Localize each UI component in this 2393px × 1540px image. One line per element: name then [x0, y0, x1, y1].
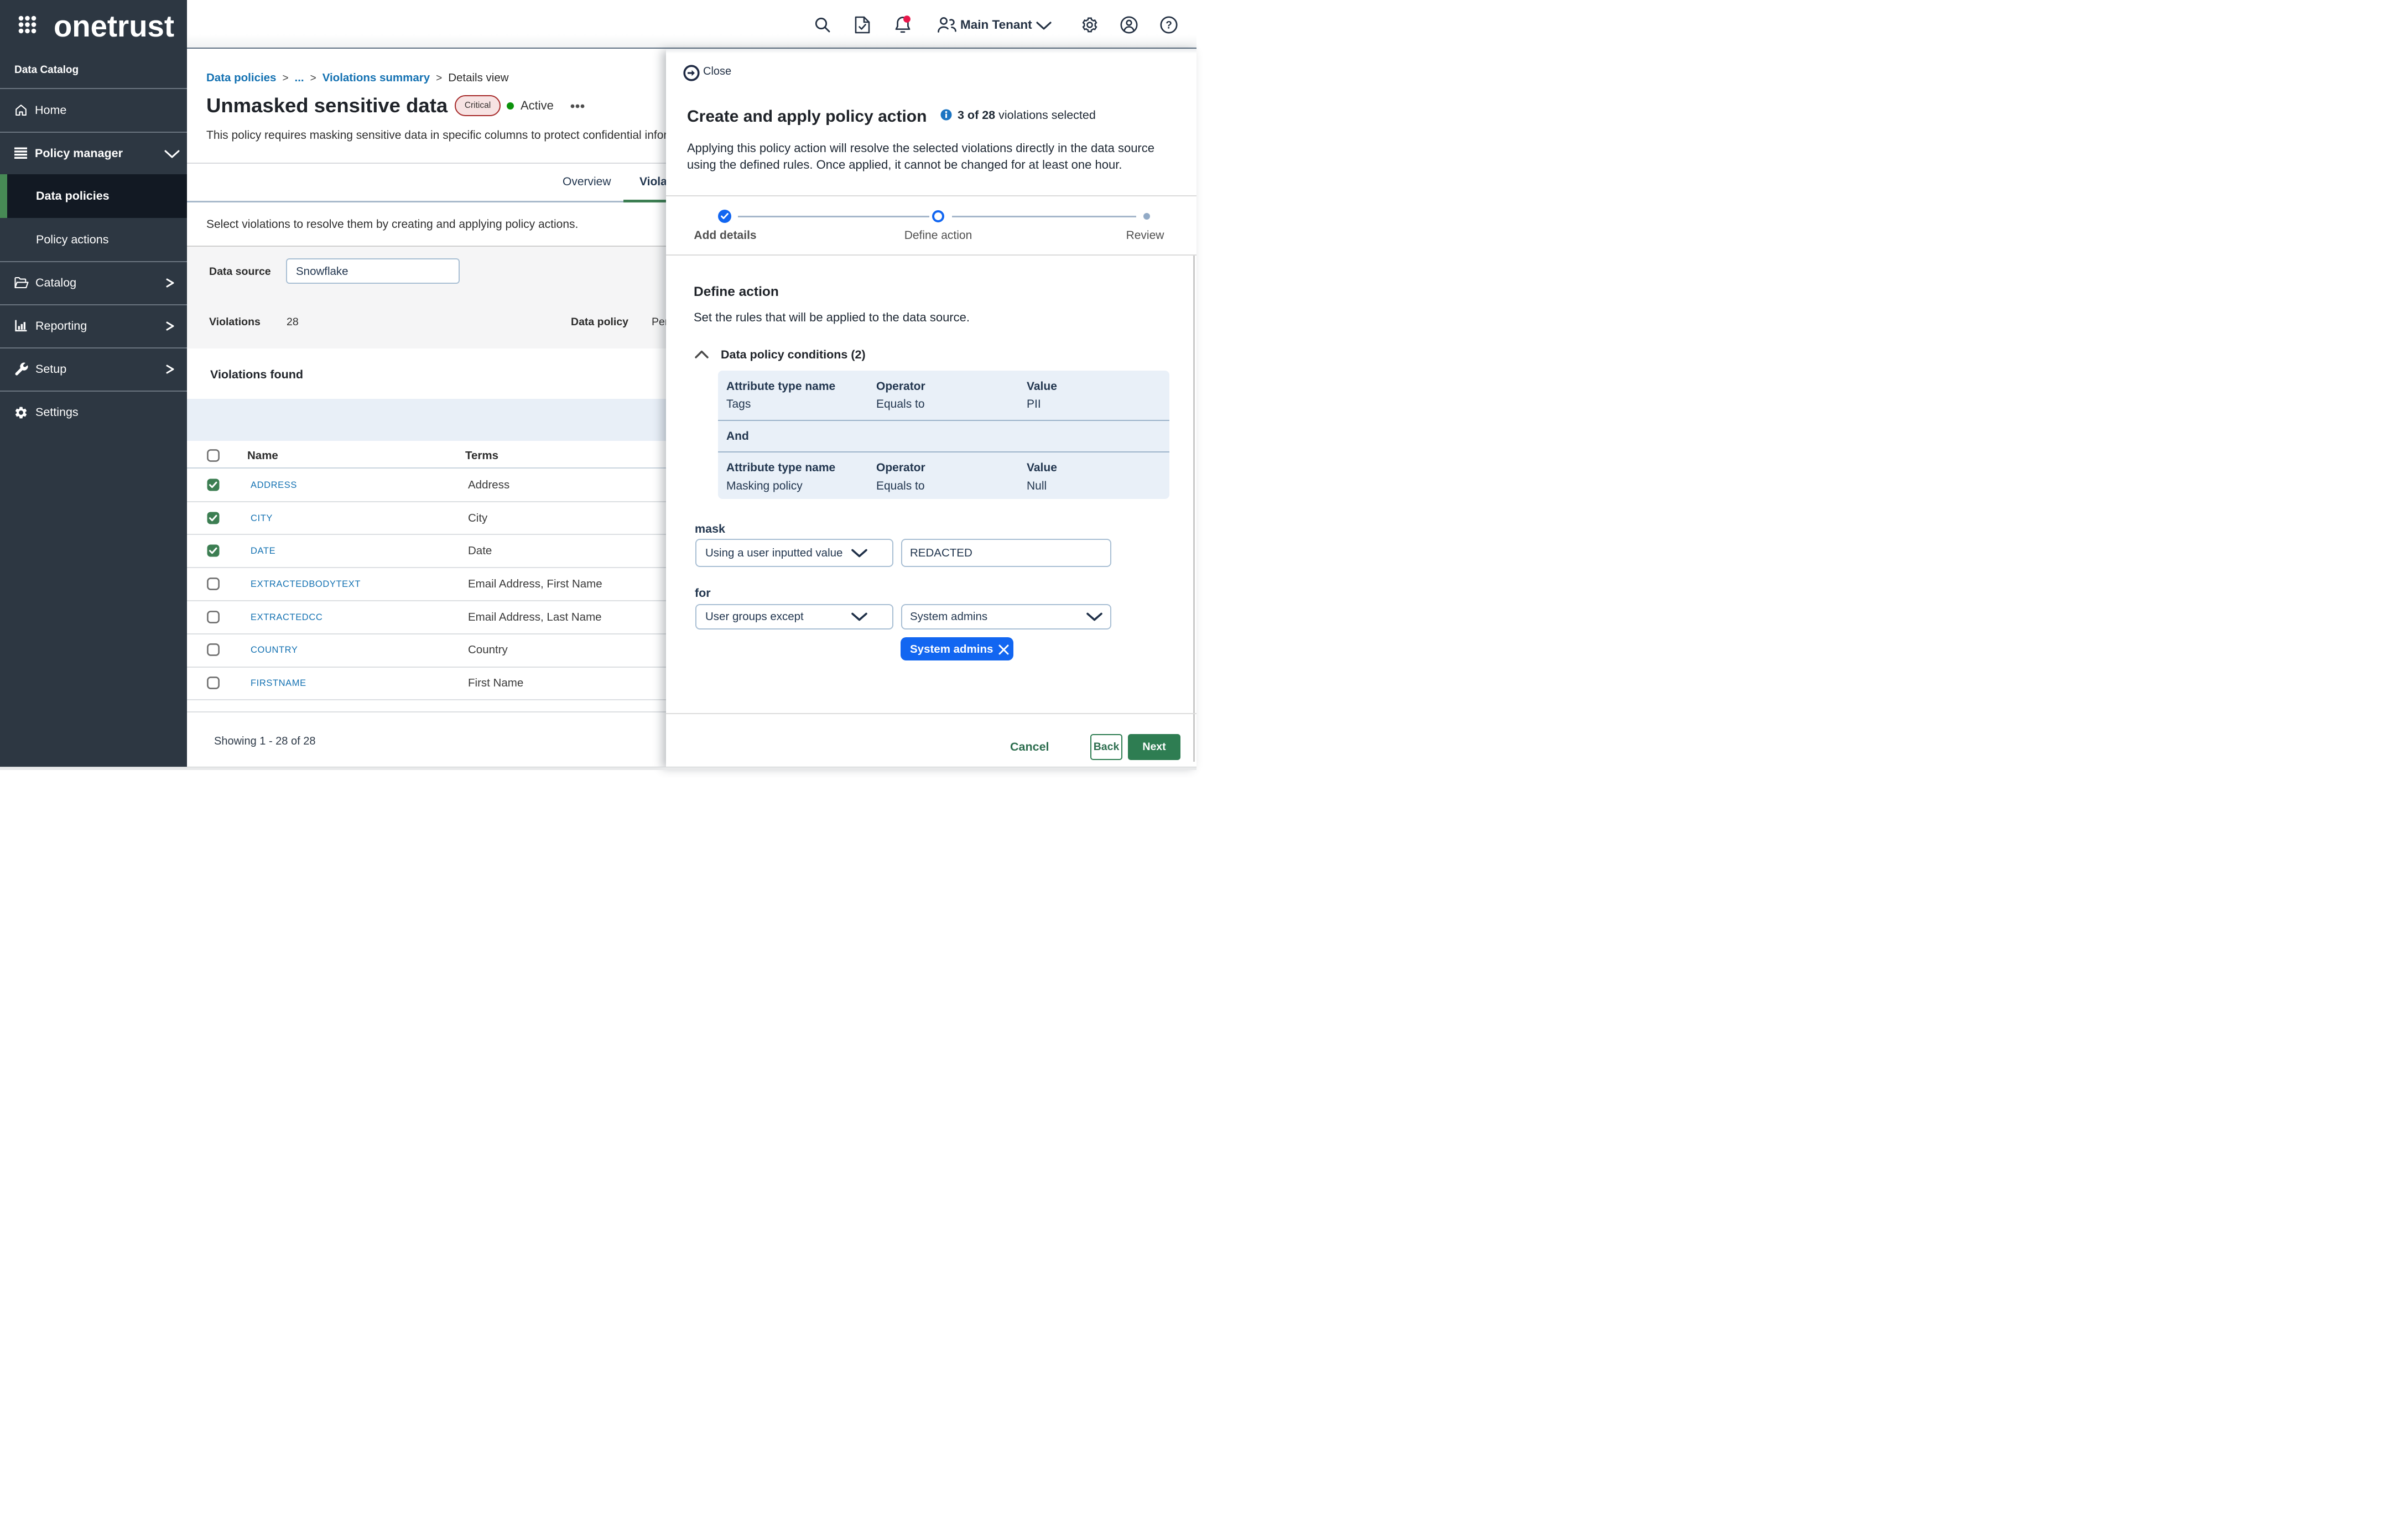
svg-text:?: ?	[1166, 20, 1172, 32]
